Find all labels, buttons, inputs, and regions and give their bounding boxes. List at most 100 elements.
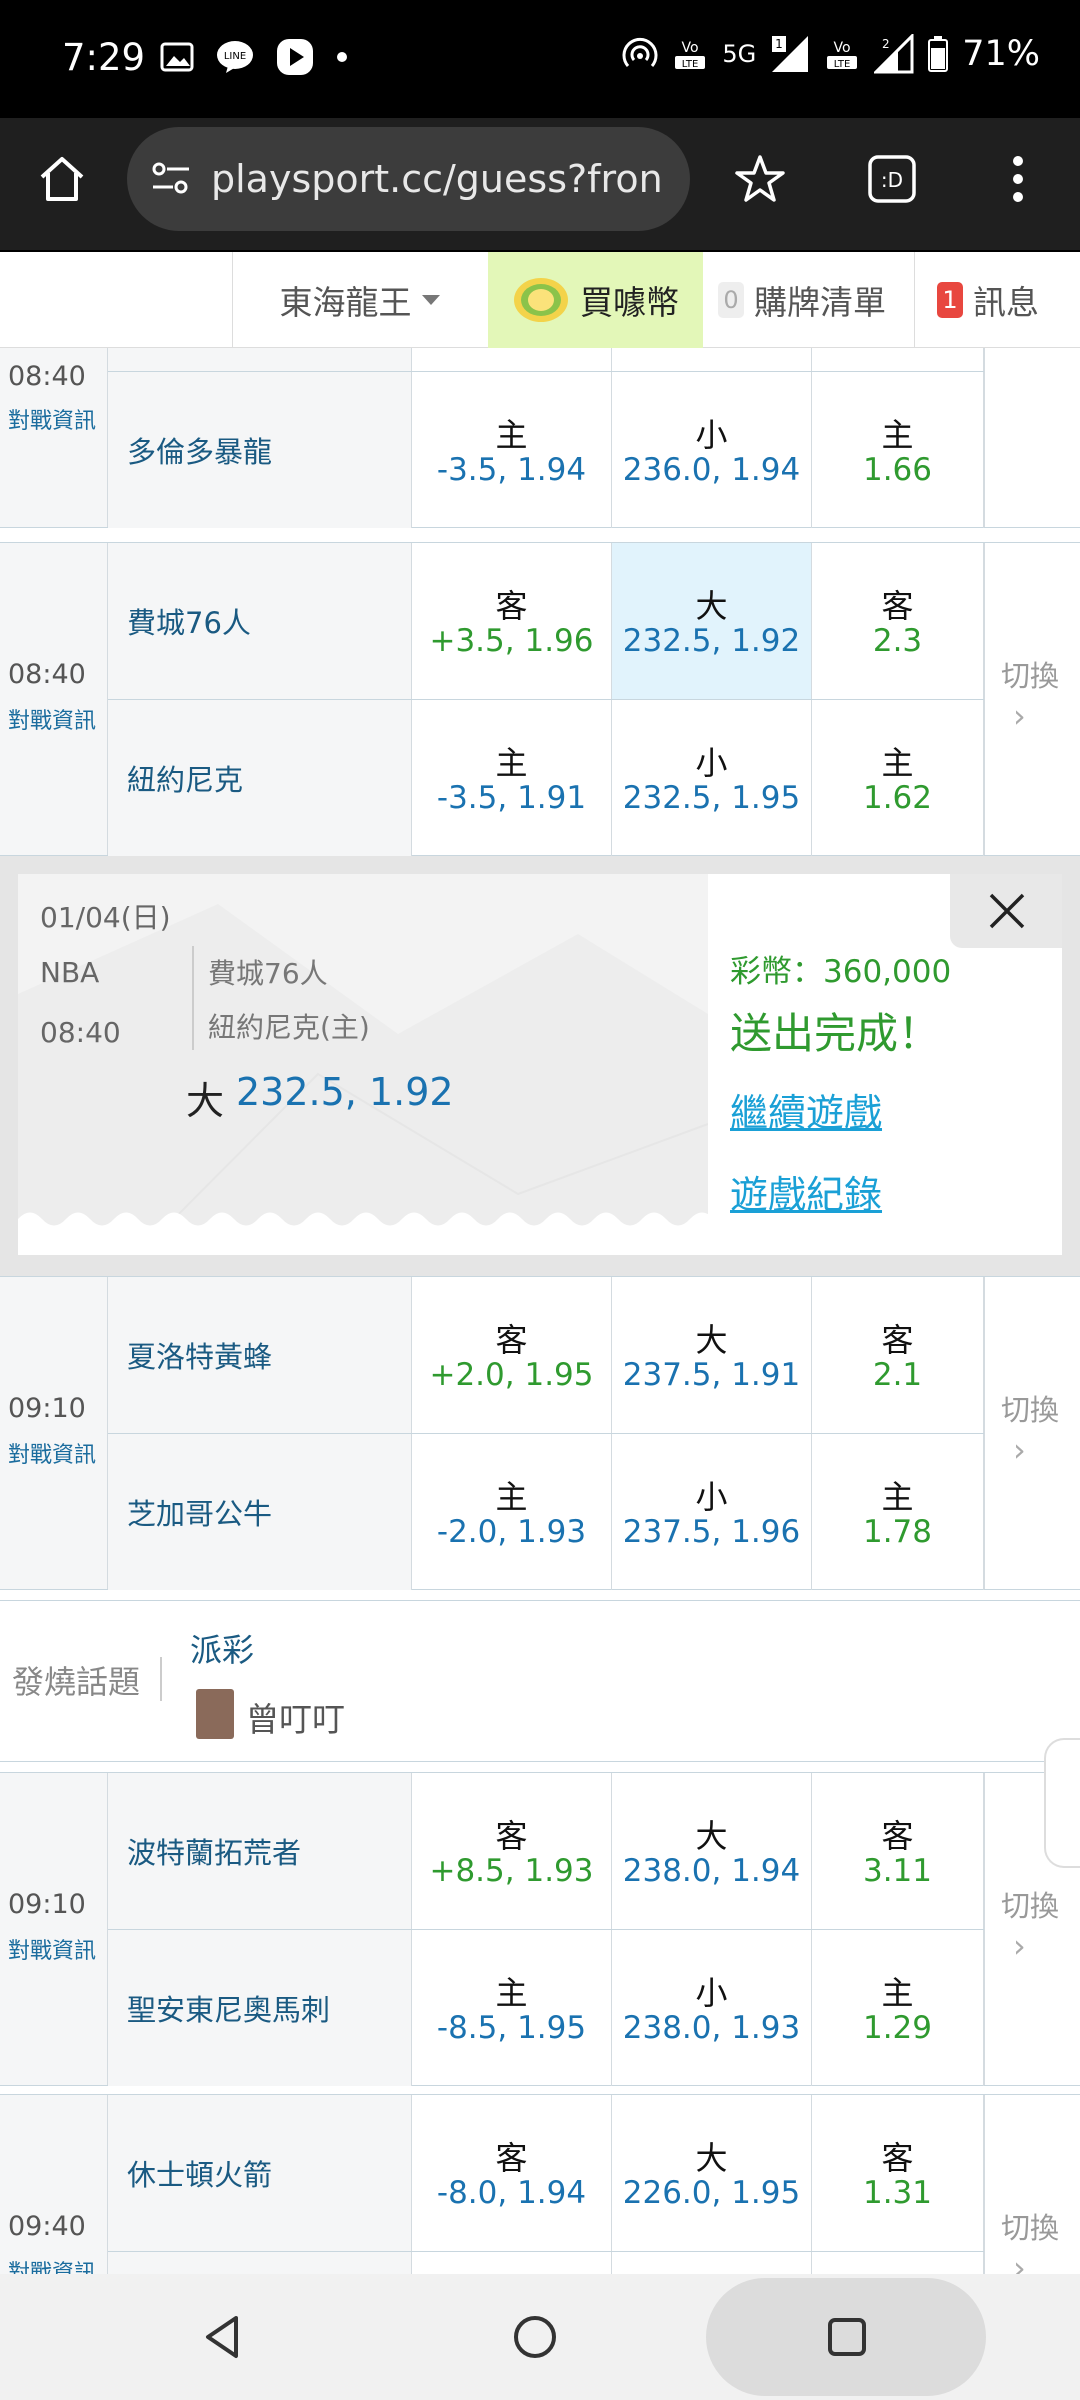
game-time: 09:10 (8, 1889, 86, 1920)
total-side-label: 小 (695, 1478, 728, 1516)
total-odds: 237.5, 1.96 (622, 1514, 801, 1550)
matchup-info-link[interactable]: 對戰資訊 (8, 2255, 96, 2274)
spread-cell[interactable]: 主 -8.5, 1.95 (412, 1930, 612, 2086)
moneyline-odds: 2.1 (872, 1357, 923, 1393)
moneyline-cell[interactable]: 客 2.3 (812, 543, 984, 699)
team-name: 紐約尼克 (108, 700, 412, 856)
home-circle-icon[interactable] (512, 2314, 558, 2360)
back-icon[interactable] (200, 2314, 246, 2360)
ticket-date: 01/04(日) (40, 901, 171, 934)
play-app-icon (277, 39, 313, 75)
total-cell[interactable]: 大 226.0, 1.95 (612, 2095, 812, 2251)
home-icon[interactable] (34, 151, 90, 207)
address-bar[interactable]: playsport.cc/guess?fron (127, 127, 690, 231)
switch-button[interactable]: 切換 › (984, 543, 1080, 855)
site-settings-icon[interactable] (149, 157, 193, 201)
svg-text:LTE: LTE (834, 59, 851, 70)
hot-topics-bar: 發燒話題 派彩 曾叮叮 (0, 1600, 1080, 1762)
messages-button[interactable]: 1 訊息 (914, 252, 1080, 348)
total-cell[interactable] (612, 2252, 812, 2274)
buy-coins-button[interactable]: 買噱幣 (488, 252, 703, 348)
total-cell[interactable]: 小 232.5, 1.95 (612, 700, 812, 856)
matchup-info-link[interactable]: 對戰資訊 (8, 1933, 96, 1965)
topic-title-link[interactable]: 派彩 (190, 1625, 254, 1671)
switch-button[interactable]: 切換 › (984, 348, 1080, 527)
total-side-label: 大 (695, 1321, 728, 1359)
moneyline-cell[interactable]: 主 1.29 (812, 1930, 984, 2086)
switch-label: 切換 (1001, 1393, 1060, 1427)
svg-text:LTE: LTE (682, 59, 699, 70)
total-cell[interactable]: 小 238.0, 1.93 (612, 1930, 812, 2086)
total-side-label: 小 (695, 416, 728, 454)
user-menu[interactable]: 東海龍王 (232, 252, 488, 348)
team-name: 休士頓火箭 (108, 2095, 412, 2251)
recents-icon[interactable] (826, 2316, 868, 2358)
team-name (108, 2252, 412, 2274)
spread-cell[interactable] (412, 2252, 612, 2274)
svg-text:1: 1 (775, 37, 783, 51)
spread-cell[interactable]: 客 +2.0, 1.95 (412, 1277, 612, 1433)
switch-button[interactable]: 切換 › (984, 1277, 1080, 1589)
scroll-handle[interactable] (1044, 1738, 1080, 1868)
switch-button[interactable]: 切換 › (984, 2095, 1080, 2274)
total-cell[interactable] (612, 348, 812, 371)
tabs-icon[interactable]: :D (864, 151, 920, 207)
coin-logo-icon (514, 278, 568, 322)
matchup-info-link[interactable]: 對戰資訊 (8, 703, 96, 735)
team-row: 芝加哥公牛 主 -2.0, 1.93 小 237.5, 1.96 主 1.78 (108, 1433, 984, 1590)
moneyline-cell[interactable]: 客 3.11 (812, 1773, 984, 1929)
moneyline-cell[interactable] (812, 348, 984, 371)
matchup-info-link[interactable]: 對戰資訊 (8, 1437, 96, 1469)
moneyline-cell[interactable]: 主 1.62 (812, 700, 984, 856)
ticket-league: NBA (40, 956, 100, 989)
spread-side-label: 主 (495, 416, 528, 454)
team-name: 夏洛特黃蜂 (108, 1277, 412, 1433)
moneyline-cell[interactable]: 主 1.78 (812, 1434, 984, 1590)
spread-cell[interactable]: 客 -8.0, 1.94 (412, 2095, 612, 2251)
total-cell[interactable]: 大 237.5, 1.91 (612, 1277, 812, 1433)
spread-side-label: 客 (495, 2139, 528, 2177)
spread-cell[interactable]: 主 -2.0, 1.93 (412, 1434, 612, 1590)
spread-odds: +3.5, 1.96 (429, 623, 594, 659)
close-button[interactable] (950, 874, 1062, 948)
continue-game-link[interactable]: 繼續遊戲 (730, 1082, 882, 1137)
total-cell[interactable]: 大 238.0, 1.94 (612, 1773, 812, 1929)
spread-cell[interactable] (412, 348, 612, 371)
game-time-column: 09:40 對戰資訊 (0, 2095, 108, 2274)
total-side-label: 大 (695, 587, 728, 625)
more-menu-icon[interactable] (990, 151, 1046, 207)
team-row (108, 348, 984, 371)
moneyline-side-label: 客 (881, 1817, 914, 1855)
game-time: 09:10 (8, 1393, 86, 1424)
chevron-right-icon: › (1013, 1927, 1026, 1965)
moneyline-cell[interactable]: 主 1.66 (812, 372, 984, 528)
moneyline-side-label: 主 (881, 416, 914, 454)
chevron-right-icon: › (1013, 697, 1026, 735)
total-cell-selected[interactable]: 大 232.5, 1.92 (612, 543, 812, 699)
ticket-pick-label: 大 (186, 1079, 225, 1123)
moneyline-odds: 1.29 (862, 2010, 933, 2046)
total-odds: 238.0, 1.93 (622, 2010, 801, 2046)
game-block: 08:40 對戰資訊 費城76人 客 +3.5, 1.96 大 232.5, 1.9… (0, 542, 1080, 856)
total-odds: 226.0, 1.95 (622, 2175, 801, 2211)
moneyline-cell[interactable]: 客 2.1 (812, 1277, 984, 1433)
total-odds: 232.5, 1.95 (622, 780, 801, 816)
cart-button[interactable]: 0 購牌清單 (718, 252, 914, 348)
moneyline-cell[interactable]: 客 1.31 (812, 2095, 984, 2251)
total-cell[interactable]: 小 237.5, 1.96 (612, 1434, 812, 1590)
bookmark-star-icon[interactable] (732, 151, 788, 207)
caret-down-icon (421, 295, 440, 305)
total-cell[interactable]: 小 236.0, 1.94 (612, 372, 812, 528)
moneyline-cell[interactable] (812, 2252, 984, 2274)
moneyline-side-label: 客 (881, 2139, 914, 2177)
moneyline-odds: 1.62 (862, 780, 933, 816)
spread-odds: -8.0, 1.94 (436, 2175, 587, 2211)
spread-cell[interactable]: 主 -3.5, 1.91 (412, 700, 612, 856)
moneyline-side-label: 主 (881, 744, 914, 782)
spread-cell[interactable]: 客 +3.5, 1.96 (412, 543, 612, 699)
spread-cell[interactable]: 主 -3.5, 1.94 (412, 372, 612, 528)
chevron-right-icon: › (1013, 1431, 1026, 1469)
spread-cell[interactable]: 客 +8.5, 1.93 (412, 1773, 612, 1929)
matchup-info-link[interactable]: 對戰資訊 (8, 403, 96, 435)
game-history-link[interactable]: 遊戲紀錄 (730, 1164, 882, 1219)
